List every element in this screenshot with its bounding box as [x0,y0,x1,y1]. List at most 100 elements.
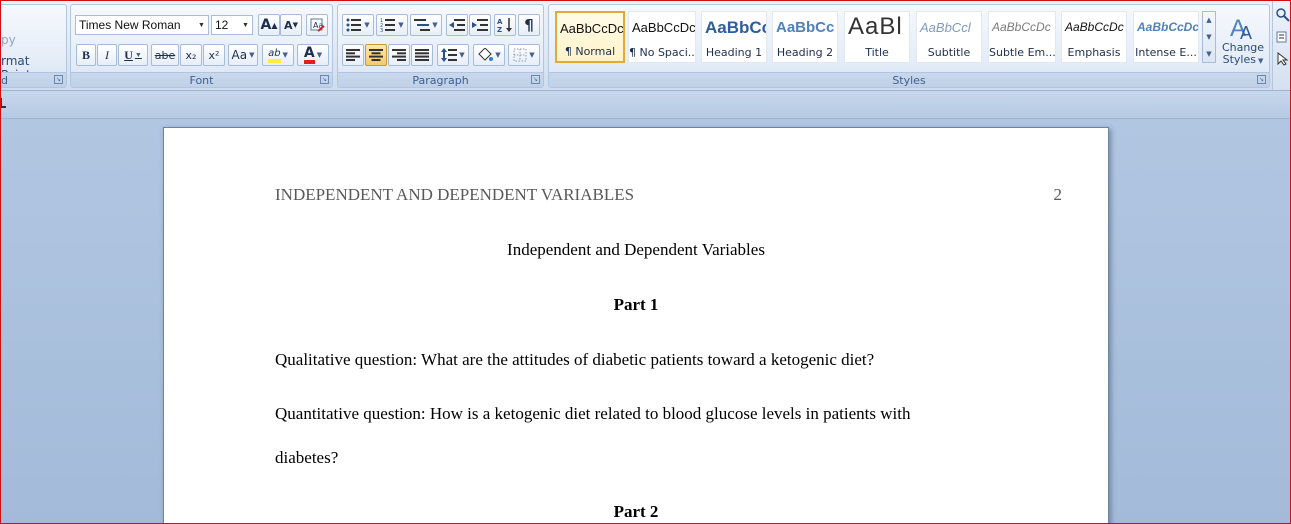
bullets-icon [346,18,362,32]
svg-text:A: A [1240,23,1252,42]
style-sample: AaBbCc [776,19,835,36]
select-cursor-icon[interactable] [1276,52,1290,66]
document-title: Independent and Dependent Variables [507,240,765,259]
numbering-icon: 123 [380,18,396,32]
document-page[interactable]: INDEPENDENT AND DEPENDENT VARIABLES 2 In… [163,127,1109,524]
superscript-button[interactable]: x² [203,44,225,66]
style-name: Title [865,46,889,59]
font-group: Times New Roman ▼ 12 ▼ A ▲ A ▼ Aa B I U ▼ a… [70,4,333,88]
highlight-button[interactable]: ab ▼ [262,44,294,66]
increase-indent-icon [472,19,488,31]
font-size-dropdown-icon[interactable]: ▼ [239,16,252,34]
style-sample: AaBbCcl [920,20,971,35]
styles-gallery-scroll[interactable]: ▲ ▼ ▼ [1202,11,1216,63]
align-center-button[interactable] [365,44,387,66]
change-styles-label-2: Styles ▼ [1222,52,1264,66]
strikethrough-button[interactable]: abe [151,44,179,66]
style-name: Subtle Em... [989,46,1055,59]
style-no-spacing[interactable]: AaBbCcDc ¶ No Spaci... [628,11,696,63]
style-sample: AaBbCcDc [992,20,1051,34]
increase-indent-button[interactable] [469,14,491,36]
clear-formatting-icon: Aa [310,18,325,32]
align-left-icon [346,49,360,61]
font-dialog-launcher-icon[interactable]: ↘ [320,75,329,84]
numbering-button[interactable]: 1 2 3 ▼ [376,14,408,36]
ruler-tab-selector-icon[interactable] [0,98,6,108]
style-name: Emphasis [1067,46,1121,59]
sort-button[interactable]: AZ [494,14,516,36]
font-size-value: 12 [215,18,229,32]
style-name: ¶ Normal [564,45,616,58]
qualitative-question: Qualitative question: What are the attit… [275,350,875,369]
paragraph-dialog-launcher-icon[interactable]: ↘ [531,75,540,84]
font-name-combo[interactable]: Times New Roman ▼ [75,15,209,35]
page-number: 2 [1053,185,1063,204]
show-hide-marks-button[interactable]: ¶ [518,14,540,36]
align-left-button[interactable] [342,44,364,66]
part-1-heading: Part 1 [613,295,659,314]
styles-dialog-launcher-icon[interactable]: ↘ [1257,75,1266,84]
style-sample: AaBbCcDc [560,21,624,36]
style-subtle-emphasis[interactable]: AaBbCcDc Subtle Em... [988,11,1056,63]
line-spacing-button[interactable]: ▼ [437,44,469,66]
justify-button[interactable] [411,44,433,66]
subscript-button[interactable]: x₂ [180,44,202,66]
bullets-button[interactable]: ▼ [342,14,374,36]
borders-button[interactable]: ▼ [508,44,540,66]
style-intense-emphasis[interactable]: AaBbCcDc Intense E... [1133,11,1199,63]
clipboard-dialog-launcher-icon[interactable]: ↘ [54,75,63,84]
clipboard-group: py rmat Painter d ↘ [0,4,67,88]
grow-font-button[interactable]: A ▲ [258,14,280,36]
shrink-font-button[interactable]: A ▼ [280,14,302,36]
style-normal[interactable]: AaBbCcDc ¶ Normal [555,11,625,63]
font-color-button[interactable]: A ▼ [297,44,329,66]
decrease-indent-button[interactable] [446,14,468,36]
paragraph-group-label: Paragraph [338,72,543,87]
find-icon[interactable] [1276,8,1290,22]
ribbon: py rmat Painter d ↘ Times New Roman ▼ 12… [0,0,1291,91]
part-2-heading: Part 2 [613,502,659,521]
clear-formatting-button[interactable]: Aa [306,14,328,36]
change-styles-icon: AA [1230,15,1252,42]
style-emphasis[interactable]: AaBbCcDc Emphasis [1061,11,1127,63]
style-heading-2[interactable]: AaBbCc Heading 2 [772,11,838,63]
quantitative-question-line-1: Quantitative question: How is a ketogeni… [275,404,911,423]
paint-bucket-icon [478,48,494,61]
style-title[interactable]: AaBl Title [844,11,910,63]
font-group-label: Font [71,72,332,87]
style-sample: AaBbCcDc [1137,20,1199,34]
font-name-dropdown-icon[interactable]: ▼ [195,16,208,34]
italic-button[interactable]: I [97,44,117,66]
font-name-value: Times New Roman [79,18,181,32]
gallery-more-icon[interactable]: ▼ [1206,50,1211,58]
multilevel-list-button[interactable]: ▼ [410,14,442,36]
change-case-button[interactable]: Aa ▼ [228,44,258,66]
sort-icon: AZ [497,18,512,33]
style-sample: AaBl [848,13,903,40]
style-sample: AaBbCc [705,18,767,37]
scroll-up-icon[interactable]: ▲ [1206,16,1211,24]
change-styles-button[interactable]: AA Change Styles ▼ [1219,7,1267,71]
paragraph-group: ▼ 1 2 3 ▼ ▼ AZ ¶ ▼ ▼ ▼ Paragraph ↘ [337,4,544,88]
style-subtitle[interactable]: AaBbCcl Subtitle [916,11,982,63]
line-spacing-icon [441,48,458,62]
shading-button[interactable]: ▼ [473,44,505,66]
style-sample: AaBbCcDc [632,20,696,35]
replace-icon[interactable] [1276,30,1290,44]
ruler-strip [0,91,1291,119]
editing-group-partial [1272,0,1291,90]
svg-text:Z: Z [497,26,502,33]
borders-icon [513,48,527,62]
font-size-combo[interactable]: 12 ▼ [211,15,253,35]
copy-button[interactable]: py [1,33,16,47]
decrease-indent-icon [449,19,465,31]
underline-button[interactable]: U ▼ [118,44,148,66]
align-center-icon [369,49,383,61]
style-heading-1[interactable]: AaBbCc Heading 1 [701,11,767,63]
bold-button[interactable]: B [76,44,96,66]
scroll-down-icon[interactable]: ▼ [1206,33,1211,41]
running-head: INDEPENDENT AND DEPENDENT VARIABLES [275,185,635,204]
svg-text:A: A [497,18,503,26]
align-right-button[interactable] [388,44,410,66]
style-sample: AaBbCcDc [1065,20,1124,34]
